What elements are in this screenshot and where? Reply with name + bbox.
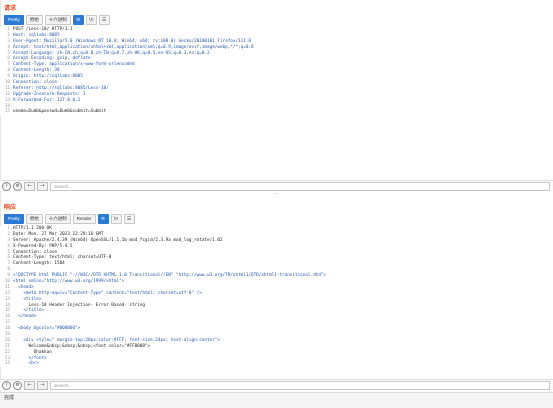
menu-icon[interactable]: ☰	[123, 213, 135, 224]
list-icon[interactable]: ≡	[97, 213, 109, 224]
code-line: 15 uname=Dumb&passwd=Dumb&submit=Submit	[0, 109, 553, 115]
code-text: uname=Dumb&passwd=Dumb&submit=Submit	[13, 109, 107, 115]
response-tab-raw[interactable]: 原始	[25, 213, 43, 224]
line-number: 15	[4, 109, 10, 115]
menu-icon[interactable]: ☰	[98, 14, 110, 25]
code-text: <br>	[13, 361, 39, 367]
panel-splitter[interactable]: ...	[0, 191, 553, 197]
request-tab-raw[interactable]: 原始	[25, 14, 43, 25]
response-search-input[interactable]: Search...	[50, 380, 550, 390]
prev-match-button[interactable]: ←	[24, 380, 35, 390]
response-tab-hex[interactable]: 十六进制	[44, 213, 71, 224]
code-text: </head>	[13, 314, 37, 320]
response-tab-render[interactable]: Render	[72, 213, 96, 224]
next-match-button[interactable]: →	[37, 380, 48, 390]
newline-icon[interactable]: \n	[85, 14, 97, 25]
newline-icon[interactable]: \n	[110, 213, 122, 224]
request-tab-hex[interactable]: 十六进制	[44, 14, 71, 25]
line-number: 24	[4, 361, 10, 367]
request-toolbar: Pretty 原始 十六进制 ≡ \n ☰	[4, 14, 110, 25]
response-toolbar: Pretty 原始 十六进制 Render ≡ \n ☰	[4, 213, 135, 224]
request-search-input[interactable]: Search...	[50, 181, 550, 191]
response-title: 响应	[4, 205, 17, 211]
settings-icon[interactable]: ⚙	[13, 380, 22, 390]
help-icon[interactable]: ?	[2, 380, 11, 390]
request-editor[interactable]: 1 POST /Less-18/ HTTP/1.1 2 Host: sqllabs:8…	[0, 27, 553, 116]
code-text: X-Forwarded-For: 127.0.0.1	[13, 97, 81, 103]
status-bar: 完成	[0, 392, 553, 408]
code-text: Content-Length: 1584	[13, 261, 65, 267]
prev-match-button[interactable]: ←	[24, 181, 35, 191]
list-icon[interactable]: ≡	[72, 14, 84, 25]
request-title: 请求	[4, 6, 17, 12]
code-line: 24 <br>	[0, 361, 553, 367]
response-tab-pretty[interactable]: Pretty	[4, 213, 24, 224]
code-text: <body bgcolor="#000000">	[13, 326, 81, 332]
help-icon[interactable]: ?	[2, 181, 11, 191]
next-match-button[interactable]: →	[37, 181, 48, 191]
response-search-bar: ? ⚙ ← → Search...	[0, 379, 553, 390]
request-tab-pretty[interactable]: Pretty	[4, 14, 24, 25]
response-editor[interactable]: 1 HTTP/1.1 200 OK 2 Date: Mon, 27 Mar 2023 …	[0, 226, 553, 368]
settings-icon[interactable]: ⚙	[13, 181, 22, 191]
